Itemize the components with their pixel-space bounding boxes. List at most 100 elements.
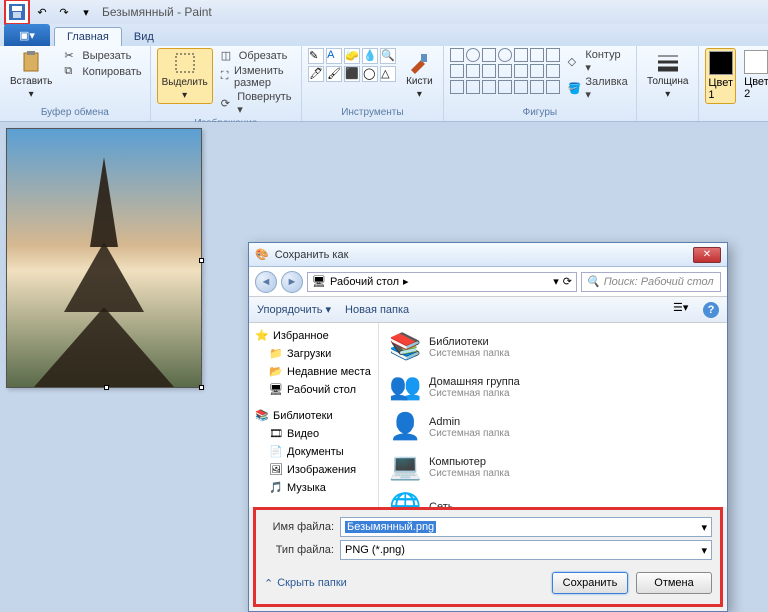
- list-item[interactable]: 📚БиблиотекиСистемная папка: [383, 327, 723, 367]
- group-label: Инструменты: [341, 106, 403, 119]
- organize-button[interactable]: Упорядочить ▾: [257, 303, 331, 316]
- tree-pictures[interactable]: 🖼Изображения: [251, 461, 376, 479]
- chevron-down-icon[interactable]: ▾: [701, 544, 707, 557]
- chevron-down-icon[interactable]: ▾: [701, 521, 707, 534]
- tree-documents[interactable]: 📄Документы: [251, 443, 376, 461]
- cut-button[interactable]: ✂Вырезать: [62, 48, 143, 64]
- paint-icon: 🎨: [255, 248, 269, 261]
- view-button[interactable]: ☰▾: [673, 301, 697, 319]
- tree-favorites[interactable]: ⭐Избранное: [251, 327, 376, 345]
- tree-music[interactable]: 🎵Музыка: [251, 479, 376, 497]
- filetype-label: Тип файла:: [264, 544, 334, 556]
- dialog-title: Сохранить как: [275, 249, 687, 261]
- nav-bar: ◄ ► 🖥 Рабочий стол ▸ ▾ ⟳ 🔍 Поиск: Рабочи…: [249, 267, 727, 297]
- save-fields-highlight: Имя файла: Безымянный.png▾ Тип файла: PN…: [253, 507, 723, 607]
- save-button[interactable]: [7, 2, 27, 22]
- outline-button[interactable]: ◇Контур ▾: [566, 48, 630, 75]
- music-icon: 🎵: [269, 481, 283, 495]
- color2-swatch: [744, 50, 768, 74]
- tree-downloads[interactable]: 📁Загрузки: [251, 345, 376, 363]
- ribbon: Вставить▾ ✂Вырезать ⧉Копировать Буфер об…: [0, 46, 768, 122]
- list-item[interactable]: 👥Домашняя группаСистемная папка: [383, 367, 723, 407]
- tree-desktop[interactable]: 🖥Рабочий стол: [251, 381, 376, 399]
- color2-button[interactable]: Цвет 2: [742, 48, 768, 102]
- fill-icon: 🪣: [568, 82, 582, 96]
- list-item[interactable]: 🌐Сеть: [383, 487, 723, 507]
- back-button[interactable]: ◄: [255, 271, 277, 293]
- new-folder-button[interactable]: Новая папка: [345, 304, 409, 316]
- paste-icon: [19, 50, 43, 74]
- scissors-icon: ✂: [64, 49, 78, 63]
- tool-grid[interactable]: ✎A🧽💧🔍 🖊🖌⬛◯△: [308, 48, 396, 82]
- cancel-button[interactable]: Отмена: [636, 572, 712, 594]
- chevron-down-icon[interactable]: ▾: [553, 275, 559, 288]
- list-item[interactable]: 💻КомпьютерСистемная папка: [383, 447, 723, 487]
- resize-button[interactable]: ⛶Изменить размер: [219, 64, 295, 90]
- search-input[interactable]: 🔍 Поиск: Рабочий стол: [581, 272, 721, 292]
- crop-icon: ◫: [221, 49, 235, 63]
- filename-label: Имя файла:: [264, 521, 334, 533]
- tab-view[interactable]: Вид: [122, 28, 166, 46]
- rotate-button[interactable]: ⟳Повернуть ▾: [219, 90, 295, 117]
- item-icon: 👤: [389, 411, 421, 443]
- brush-icon: [407, 50, 431, 74]
- dialog-titlebar[interactable]: 🎨 Сохранить как ✕: [249, 243, 727, 267]
- filename-row: Имя файла: Безымянный.png▾: [264, 517, 712, 537]
- undo-button[interactable]: ↶: [32, 2, 52, 22]
- tree-recent[interactable]: 📂Недавние места: [251, 363, 376, 381]
- pictures-icon: 🖼: [269, 463, 283, 477]
- floppy-icon: [9, 4, 25, 20]
- save-confirm-button[interactable]: Сохранить: [552, 572, 628, 594]
- ribbon-tab-strip: ▣▾ Главная Вид: [0, 24, 768, 46]
- copy-button[interactable]: ⧉Копировать: [62, 64, 143, 80]
- brushes-button[interactable]: Кисти▾: [402, 48, 437, 102]
- quick-access-toolbar: ↶ ↷ ▾: [4, 0, 96, 25]
- outline-icon: ◇: [568, 55, 582, 69]
- video-icon: 🎞: [269, 427, 283, 441]
- list-item[interactable]: 👤AdminСистемная папка: [383, 407, 723, 447]
- paste-button[interactable]: Вставить▾: [6, 48, 56, 102]
- close-button[interactable]: ✕: [693, 247, 721, 263]
- file-menu-button[interactable]: ▣▾: [4, 24, 50, 46]
- nav-tree[interactable]: ⭐Избранное 📁Загрузки 📂Недавние места 🖥Ра…: [249, 323, 379, 507]
- color1-button[interactable]: Цвет 1: [705, 48, 736, 104]
- group-image: Выделить▾ ◫Обрезать ⛶Изменить размер ⟳По…: [151, 46, 302, 121]
- file-list[interactable]: 📚БиблиотекиСистемная папка👥Домашняя груп…: [379, 323, 727, 507]
- filename-input[interactable]: Безымянный.png▾: [340, 517, 712, 537]
- group-shapes: ◇Контур ▾ 🪣Заливка ▾ Фигуры: [444, 46, 637, 121]
- dialog-body: ⭐Избранное 📁Загрузки 📂Недавние места 🖥Ра…: [249, 323, 727, 507]
- document-icon: 📄: [269, 445, 283, 459]
- redo-button[interactable]: ↷: [54, 2, 74, 22]
- tree-libraries[interactable]: 📚Библиотеки: [251, 407, 376, 425]
- shapes-gallery[interactable]: [450, 48, 560, 94]
- chevron-up-icon: ⌃: [264, 577, 273, 590]
- group-label: Буфер обмена: [41, 106, 109, 119]
- select-button[interactable]: Выделить▾: [157, 48, 213, 104]
- chevron-right-icon: ▸: [403, 275, 409, 288]
- desktop-icon: 🖥: [312, 275, 326, 288]
- thickness-button[interactable]: Толщина▾: [643, 48, 692, 102]
- filetype-select[interactable]: PNG (*.png)▾: [340, 540, 712, 560]
- qat-dropdown[interactable]: ▾: [76, 2, 96, 22]
- desktop-icon: 🖥: [269, 383, 283, 397]
- drawing-canvas[interactable]: [6, 128, 202, 388]
- address-bar[interactable]: 🖥 Рабочий стол ▸ ▾ ⟳: [307, 272, 577, 292]
- crop-button[interactable]: ◫Обрезать: [219, 48, 295, 64]
- refresh-button[interactable]: ⟳: [563, 275, 572, 288]
- folder-icon: 📁: [269, 347, 283, 361]
- forward-button[interactable]: ►: [281, 271, 303, 293]
- help-button[interactable]: ?: [703, 302, 719, 318]
- tree-videos[interactable]: 🎞Видео: [251, 425, 376, 443]
- thickness-icon: [656, 50, 680, 74]
- tab-home[interactable]: Главная: [54, 27, 122, 46]
- group-clipboard: Вставить▾ ✂Вырезать ⧉Копировать Буфер об…: [0, 46, 151, 121]
- select-icon: [173, 51, 197, 75]
- hide-folders-button[interactable]: ⌃Скрыть папки: [264, 577, 347, 590]
- copy-icon: ⧉: [64, 65, 78, 79]
- fill-button[interactable]: 🪣Заливка ▾: [566, 75, 630, 102]
- item-icon: 👥: [389, 371, 421, 403]
- canvas-image: [7, 129, 201, 387]
- group-label: Фигуры: [523, 106, 557, 119]
- item-icon: 📚: [389, 331, 421, 363]
- save-as-dialog: 🎨 Сохранить как ✕ ◄ ► 🖥 Рабочий стол ▸ ▾…: [248, 242, 728, 612]
